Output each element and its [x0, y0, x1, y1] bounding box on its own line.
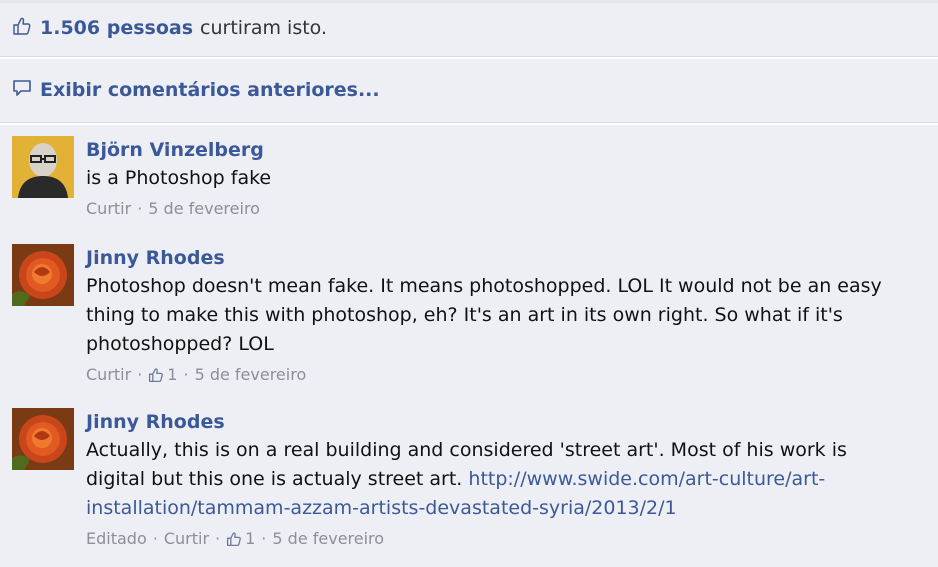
thumbs-up-icon[interactable]	[226, 531, 242, 547]
comment-text: is a Photoshop fake	[86, 167, 272, 189]
separator-dot: ·	[152, 529, 158, 548]
view-previous-comments-link[interactable]: Exibir comentários anteriores...	[12, 76, 380, 104]
likes-count-link[interactable]: 1.506 pessoas	[40, 17, 193, 39]
separator-dot: ·	[215, 529, 221, 548]
comment-bubble-icon	[12, 78, 32, 103]
avatar[interactable]	[12, 244, 74, 306]
divider	[0, 122, 938, 125]
likes-summary: 1.506 pessoas curtiram isto.	[12, 14, 327, 42]
likes-suffix: curtiram isto.	[200, 17, 328, 39]
like-link[interactable]: Curtir	[164, 525, 209, 553]
comment-meta: Curtir · 5 de fevereiro	[86, 195, 906, 223]
view-previous-comments-label: Exibir comentários anteriores...	[40, 79, 380, 101]
comment-author-link[interactable]: Jinny Rhodes	[86, 244, 225, 272]
edited-label[interactable]: Editado	[86, 525, 147, 553]
thumbs-up-icon[interactable]	[148, 367, 164, 383]
avatar[interactable]	[12, 408, 74, 470]
avatar[interactable]	[12, 136, 74, 198]
like-link[interactable]: Curtir	[86, 361, 131, 389]
separator-dot: ·	[137, 199, 143, 218]
like-link[interactable]: Curtir	[86, 195, 131, 223]
comment-author-link[interactable]: Björn Vinzelberg	[86, 136, 264, 164]
separator-dot: ·	[261, 529, 267, 548]
like-count[interactable]: 1	[245, 525, 255, 553]
comment-date[interactable]: 5 de fevereiro	[148, 195, 260, 223]
comment-date[interactable]: 5 de fevereiro	[272, 525, 384, 553]
like-count[interactable]: 1	[167, 361, 177, 389]
comment-meta: Editado · Curtir · 1 · 5 de fevereiro	[86, 525, 906, 553]
comment-meta: Curtir · 1 · 5 de fevereiro	[86, 361, 906, 389]
comment-date[interactable]: 5 de fevereiro	[195, 361, 307, 389]
comment-author-link[interactable]: Jinny Rhodes	[86, 408, 225, 436]
thumbs-up-icon	[12, 16, 32, 41]
divider	[0, 56, 938, 59]
comment-text: Actually, this is on a real building and…	[86, 436, 906, 523]
comments-panel: 1.506 pessoas curtiram isto. Exibir come…	[0, 0, 938, 567]
separator-dot: ·	[137, 365, 143, 384]
comment-text: Photoshop doesn't mean fake. It means ph…	[86, 275, 882, 355]
separator-dot: ·	[183, 365, 189, 384]
top-edge	[0, 0, 938, 3]
